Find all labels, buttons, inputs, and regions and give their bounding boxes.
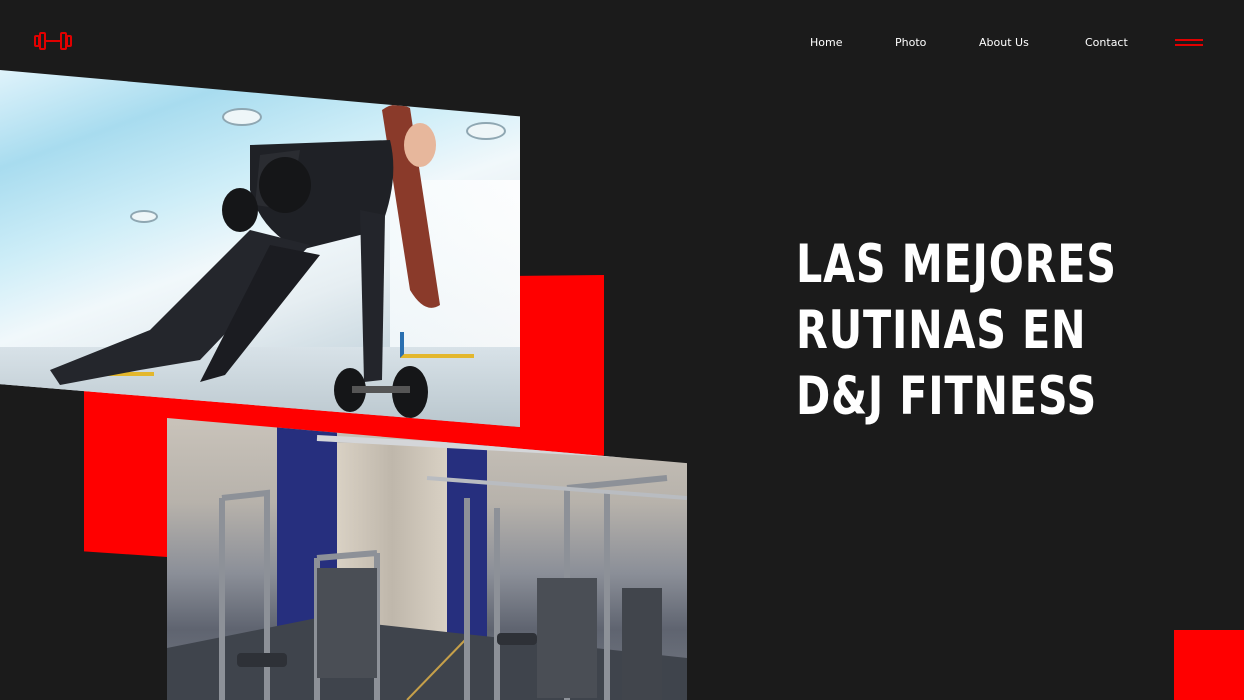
gym-equipment-photo bbox=[167, 418, 687, 700]
nav-contact[interactable]: Contact bbox=[1085, 36, 1128, 49]
corner-accent-block bbox=[1174, 630, 1244, 700]
hero-title-line-2: RUTINAS EN bbox=[796, 300, 1087, 361]
nav-photo[interactable]: Photo bbox=[895, 36, 926, 49]
hero-title-line-1: LAS MEJORES bbox=[796, 234, 1117, 295]
nav-home[interactable]: Home bbox=[810, 36, 842, 49]
athlete-photo bbox=[0, 70, 520, 427]
hamburger-menu-icon[interactable] bbox=[1175, 37, 1205, 49]
nav-about-us[interactable]: About Us bbox=[979, 36, 1029, 49]
hero-title: LAS MEJORES RUTINAS EN D&J FITNESS bbox=[796, 232, 1124, 430]
dumbbell-icon[interactable] bbox=[33, 31, 73, 51]
hero-title-line-3: D&J FITNESS bbox=[796, 366, 1098, 427]
